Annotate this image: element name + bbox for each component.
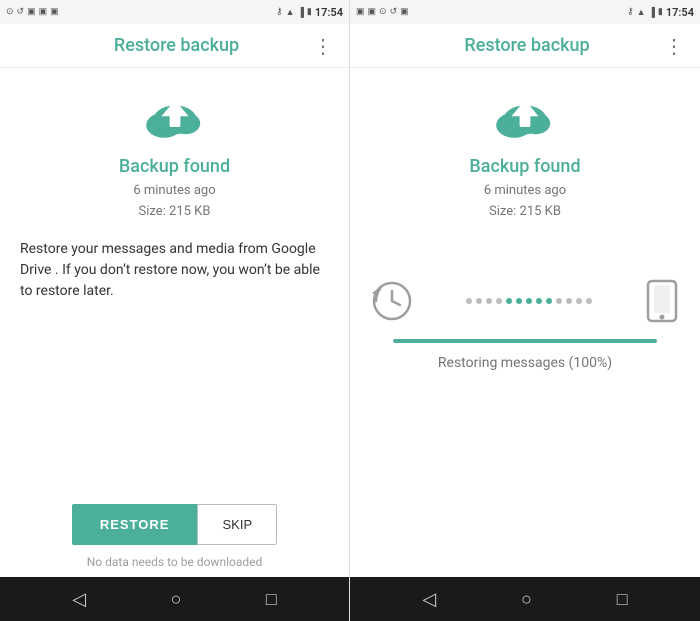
- screen-title-left: Restore backup: [40, 35, 313, 56]
- skip-button[interactable]: SKIP: [197, 504, 277, 545]
- time-display-right: 17:54: [666, 6, 694, 19]
- phone-icon: [644, 279, 680, 323]
- history-icon: [370, 279, 414, 323]
- buttons-area-left: RESTORE SKIP No data needs to be downloa…: [0, 504, 349, 577]
- transfer-dot: [576, 298, 582, 304]
- transfer-dot: [586, 298, 592, 304]
- menu-button-left[interactable]: ⋮: [313, 36, 333, 56]
- transfer-dot: [506, 298, 512, 304]
- left-screen: ⊙ ↺ ▣ ▣ ▣ ⚷ ▲ ▐ ▮ 17:54 Restore backup ⋮: [0, 0, 350, 621]
- progress-bar-wrapper: [393, 339, 657, 343]
- backup-meta-left: 6 minutes ago Size: 215 KB: [133, 181, 215, 223]
- status-right-icons-right: ⚷ ▲ ▐ ▮ 17:54: [627, 6, 694, 19]
- nav-bar-left: ◁ ○ □: [0, 577, 349, 621]
- transfer-dot: [546, 298, 552, 304]
- restore-button[interactable]: RESTORE: [72, 504, 198, 545]
- key-icon-right: ⚷: [627, 7, 634, 17]
- app-icon-2: ▣: [39, 7, 48, 17]
- transfer-dot: [466, 298, 472, 304]
- notification-icon: ⊙: [6, 7, 14, 17]
- cloud-upload-icon-left: [135, 88, 215, 148]
- content-right: Backup found 6 minutes ago Size: 215 KB: [350, 68, 700, 577]
- right-screen: ▣ ▣ ⊙ ↺ ▣ ⚷ ▲ ▐ ▮ 17:54 Restore backup ⋮: [350, 0, 700, 621]
- notification-icon-right: ⊙: [379, 7, 387, 17]
- home-nav-left[interactable]: ○: [171, 589, 182, 610]
- backup-meta-right: 6 minutes ago Size: 215 KB: [484, 181, 566, 223]
- transfer-dot: [536, 298, 542, 304]
- backup-time-right: 6 minutes ago: [484, 181, 566, 202]
- progress-area: Restoring messages (100%): [370, 259, 680, 391]
- app-icon-r3: ▣: [400, 7, 409, 17]
- transfer-dot: [526, 298, 532, 304]
- sync-icon: ↺: [17, 7, 25, 17]
- signal-icon-right: ▐: [649, 7, 655, 18]
- nav-bar-right: ◁ ○ □: [350, 577, 700, 621]
- wifi-icon-right: ▲: [637, 7, 646, 18]
- top-bar-right: Restore backup ⋮: [350, 24, 700, 68]
- cloud-upload-icon-right: [485, 88, 565, 148]
- action-buttons-left: RESTORE SKIP: [72, 504, 277, 545]
- home-nav-right[interactable]: ○: [521, 589, 532, 610]
- status-bar-right: ▣ ▣ ⊙ ↺ ▣ ⚷ ▲ ▐ ▮ 17:54: [350, 0, 700, 24]
- status-bar-left: ⊙ ↺ ▣ ▣ ▣ ⚷ ▲ ▐ ▮ 17:54: [0, 0, 349, 24]
- backup-found-label-right: Backup found: [469, 156, 580, 177]
- back-nav-left[interactable]: ◁: [72, 589, 86, 610]
- signal-icon: ▐: [298, 7, 304, 18]
- restore-description-left: Restore your messages and media from Goo…: [20, 239, 329, 302]
- backup-size-right: Size: 215 KB: [484, 202, 566, 223]
- transfer-dot: [486, 298, 492, 304]
- menu-button-right[interactable]: ⋮: [664, 36, 684, 56]
- transfer-animation: [370, 279, 680, 323]
- backup-size-left: Size: 215 KB: [133, 202, 215, 223]
- transfer-dot: [556, 298, 562, 304]
- transfer-dot: [566, 298, 572, 304]
- transfer-dot: [496, 298, 502, 304]
- transfer-dot: [476, 298, 482, 304]
- top-bar-left: Restore backup ⋮: [0, 24, 349, 68]
- recents-nav-left[interactable]: □: [266, 589, 277, 610]
- app-icon-3: ▣: [50, 7, 59, 17]
- backup-time-left: 6 minutes ago: [133, 181, 215, 202]
- progress-bar-fill: [393, 339, 657, 343]
- wifi-icon: ▲: [286, 7, 295, 18]
- status-right-icons: ⚷ ▲ ▐ ▮ 17:54: [276, 6, 343, 19]
- battery-icon: ▮: [307, 7, 312, 17]
- app-icon-r2: ▣: [368, 7, 377, 17]
- app-icon-1: ▣: [27, 7, 36, 17]
- time-display-left: 17:54: [315, 6, 343, 19]
- no-download-note: No data needs to be downloaded: [87, 555, 263, 569]
- transfer-dot: [516, 298, 522, 304]
- restoring-label: Restoring messages (100%): [438, 355, 612, 371]
- recents-nav-right[interactable]: □: [617, 589, 628, 610]
- back-nav-right[interactable]: ◁: [422, 589, 436, 610]
- screen-title-right: Restore backup: [390, 35, 664, 56]
- content-left: Backup found 6 minutes ago Size: 215 KB …: [0, 68, 349, 504]
- app-icon-r1: ▣: [356, 7, 365, 17]
- sync-icon-right: ↺: [390, 7, 398, 17]
- backup-found-label-left: Backup found: [119, 156, 230, 177]
- transfer-dots: [418, 298, 640, 304]
- status-left-icons-right: ▣ ▣ ⊙ ↺ ▣: [356, 7, 409, 17]
- status-left-icons: ⊙ ↺ ▣ ▣ ▣: [6, 7, 59, 17]
- battery-icon-right: ▮: [658, 7, 663, 17]
- key-icon: ⚷: [276, 7, 283, 17]
